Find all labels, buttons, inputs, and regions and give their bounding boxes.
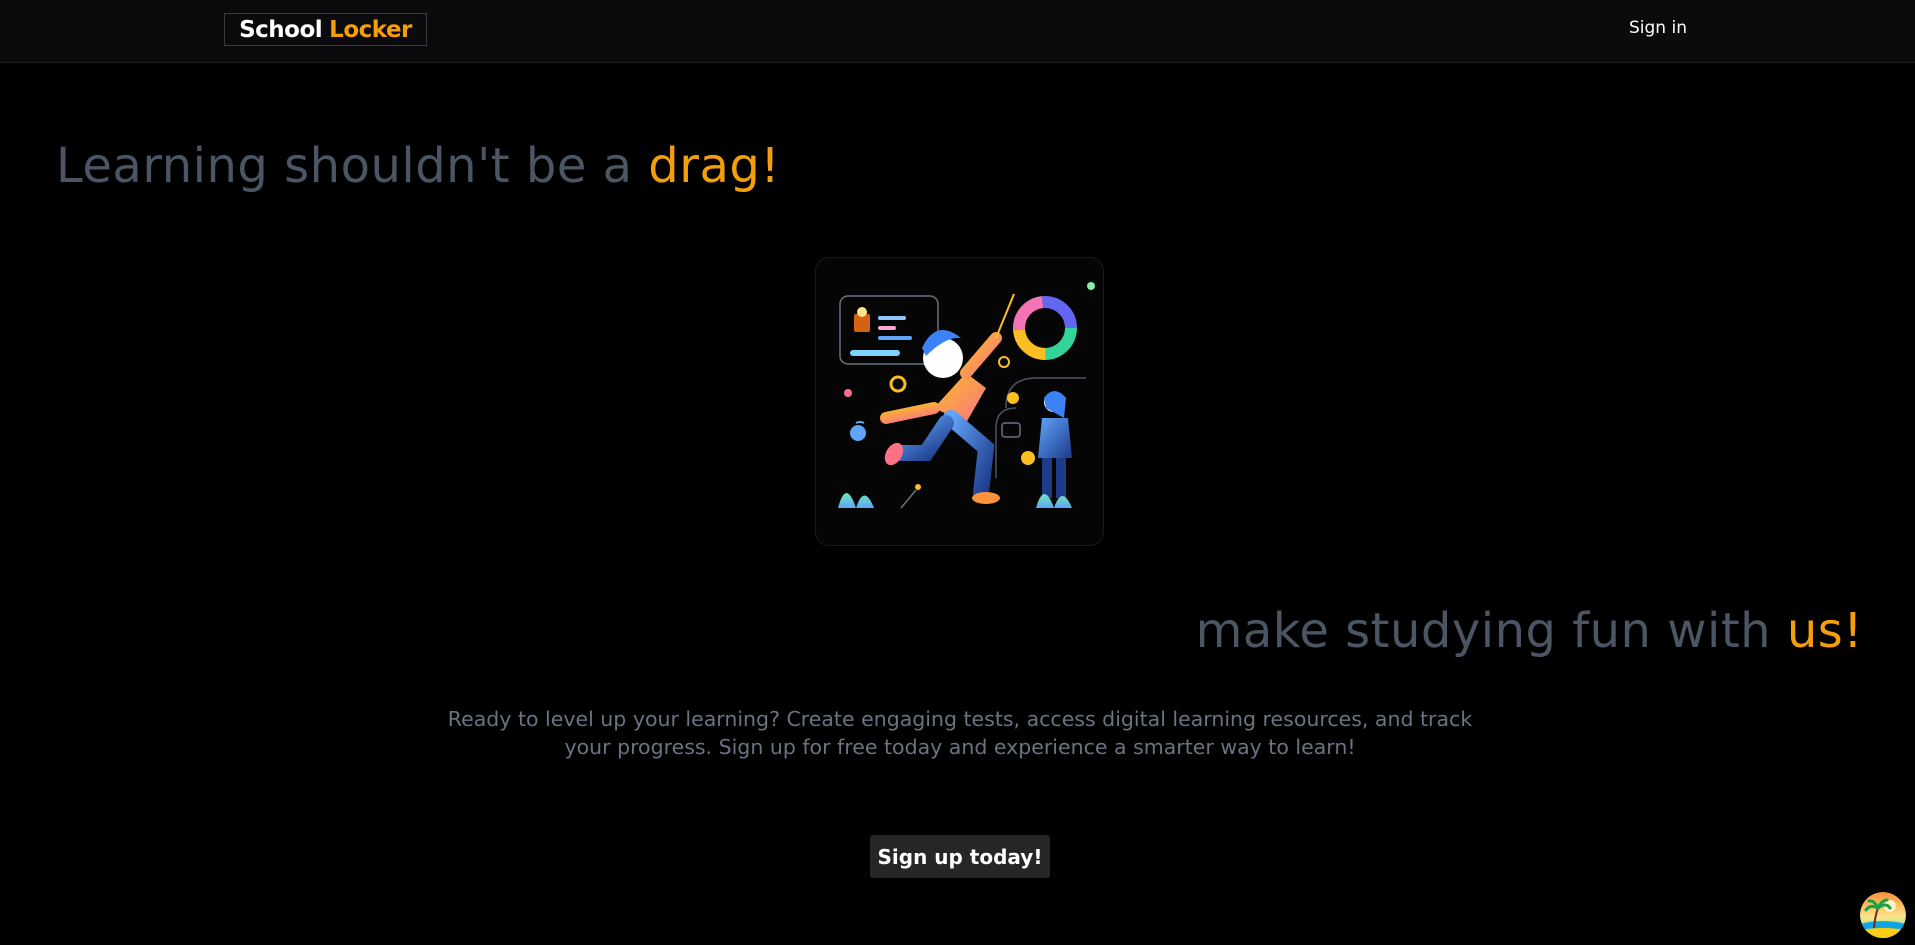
tagline-accent: us! [1786,603,1863,659]
hero-description: Ready to level up your learning? Create … [447,707,1473,759]
hero-title-main: Learning shouldn't be a [56,138,633,194]
student-learning-illustration-icon [838,282,1095,509]
navbar: School Locker Sign in [0,0,1915,63]
logo-text-locker: Locker [329,16,412,43]
user-avatar[interactable] [1860,892,1906,938]
logo[interactable]: School Locker [224,13,427,46]
hero-title: Learning shouldn't be a drag! [56,138,780,194]
beach-avatar-icon [1860,892,1906,938]
tagline-main: make studying fun with [1195,603,1772,659]
sign-in-link[interactable]: Sign in [1629,18,1687,38]
logo-text-school: School [239,16,323,43]
hero-title-accent: drag! [648,138,781,194]
hero-illustration [815,257,1104,546]
tagline: make studying fun with us! [1196,603,1863,659]
sign-up-button[interactable]: Sign up today! [870,835,1050,878]
